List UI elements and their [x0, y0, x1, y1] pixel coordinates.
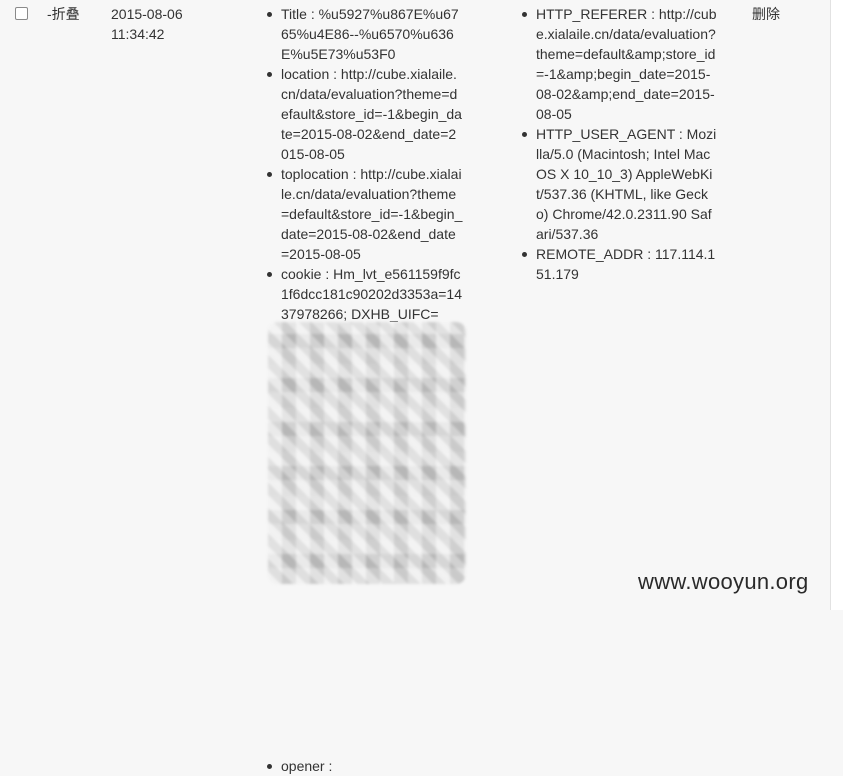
server-fields-list: HTTP_REFERER : http://cube.xialaile.cn/d…: [522, 4, 718, 284]
timestamp-time: 11:34:42: [111, 26, 165, 42]
field-user-agent: HTTP_USER_AGENT : Mozilla/5.0 (Macintosh…: [522, 124, 718, 244]
record-row: -折叠 2015-08-06 11:34:42 Title : %u5927%u…: [0, 0, 831, 774]
field-opener: opener :: [267, 756, 463, 776]
timestamp-date: 2015-08-06: [111, 6, 183, 22]
scroll-strip: [831, 0, 843, 610]
timestamp: 2015-08-06 11:34:42: [111, 4, 221, 44]
watermark: www.wooyun.org: [638, 569, 809, 594]
row-checkbox[interactable]: [15, 7, 28, 20]
field-toplocation: toplocation : http://cube.xialaile.cn/da…: [267, 164, 463, 264]
delete-link[interactable]: 删除: [752, 4, 780, 24]
field-http-referer: HTTP_REFERER : http://cube.xialaile.cn/d…: [522, 4, 718, 124]
pixelated-redaction: [268, 322, 466, 584]
field-title: Title : %u5927%u867E%u6765%u4E86--%u6570…: [267, 4, 463, 64]
field-location: location : http://cube.xialaile.cn/data/…: [267, 64, 463, 164]
collapse-toggle[interactable]: -折叠: [47, 4, 80, 24]
field-remote-addr: REMOTE_ADDR : 117.114.151.179: [522, 244, 718, 284]
